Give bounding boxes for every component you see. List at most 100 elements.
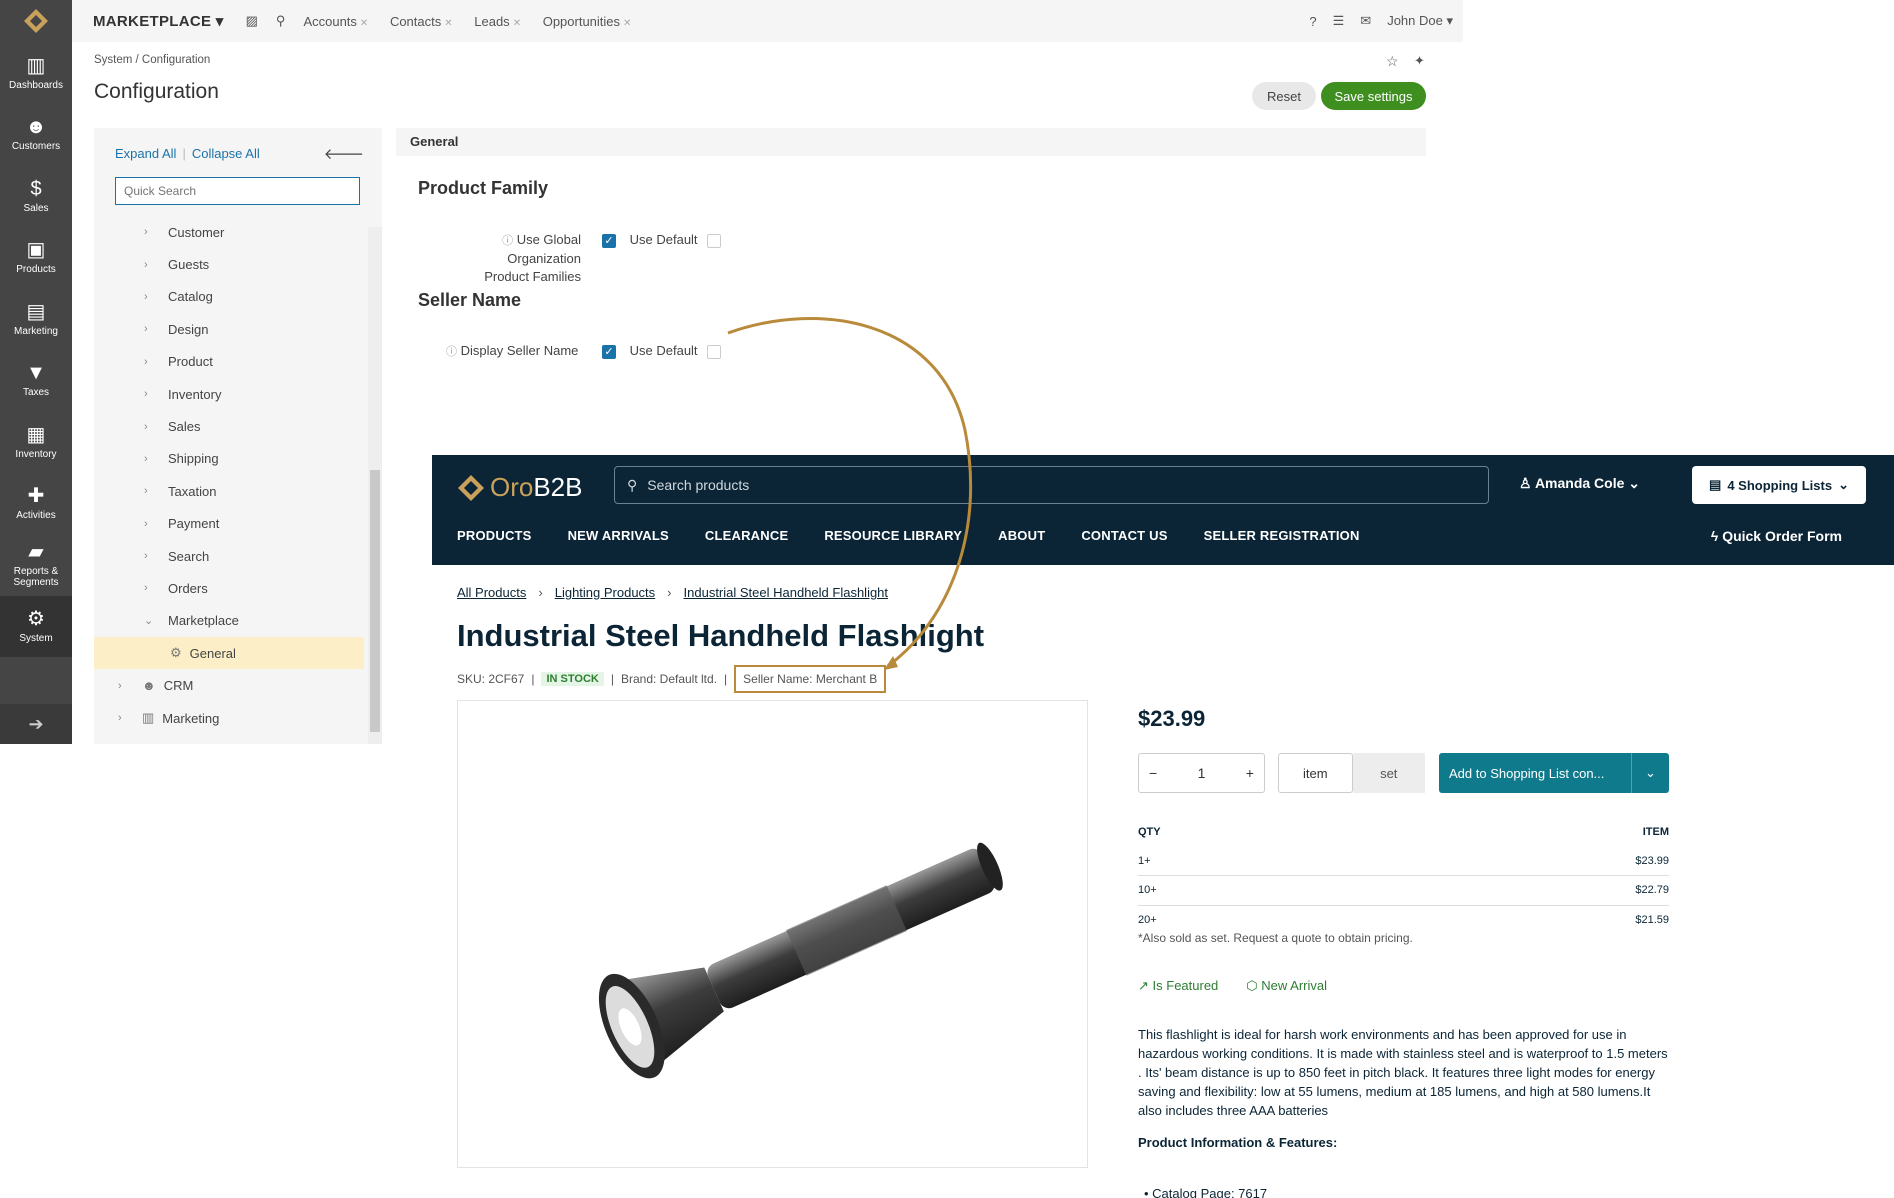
tree-item[interactable]: › Orders [94,572,364,604]
minus-icon[interactable]: − [1149,765,1157,781]
sidebar-item-reports[interactable]: ▰ Reports & Segments [0,534,72,596]
nav-contact-us[interactable]: CONTACT US [1081,528,1167,543]
unit-set-button[interactable]: set [1352,753,1425,793]
chevron-right-icon: › [144,485,148,498]
use-default-checkbox[interactable] [707,233,722,248]
sidebar-item-marketing[interactable]: ▤ Marketing [0,288,72,350]
tree-item[interactable]: › Taxation [94,475,364,507]
tree-scrollbar[interactable] [368,227,382,744]
nav-clearance[interactable]: CLEARANCE [705,528,788,543]
tree-item-crm[interactable]: › ☻ CRM [94,669,364,701]
pin-icon[interactable]: ✦ [1414,53,1425,69]
chevron-right-icon: › [144,582,148,595]
featured-flag: ↗ Is Featured [1138,978,1219,993]
nav-products[interactable]: PRODUCTS [457,528,532,543]
sidebar-item-taxes[interactable]: ▼ Taxes [0,350,72,412]
breadcrumb: System / Configuration [94,54,211,66]
tree-item-marketing[interactable]: › ▥ Marketing [94,702,364,734]
quick-search-input[interactable] [115,177,360,205]
users-icon: ☻ [25,116,47,139]
sidebar-item-customers[interactable]: ☻ Customers [0,104,72,166]
gear-icon: ⚙ [27,608,45,631]
tree-item[interactable]: › Design [94,313,364,345]
breadcrumb-lighting[interactable]: Lighting Products [555,585,655,600]
tab-contacts[interactable]: Contacts ✕ [390,14,453,29]
product-search-input[interactable]: ⚲ Search products [614,466,1489,504]
mail-icon[interactable]: ✉ [1360,13,1371,29]
scrollbar-thumb[interactable] [370,470,380,732]
menu-icon[interactable]: ☰ [1333,13,1345,29]
unit-item-button[interactable]: item [1278,753,1353,793]
product-description: This flashlight is ideal for harsh work … [1138,1027,1668,1118]
tab-opportunities[interactable]: Opportunities ✕ [543,14,632,29]
oro-logo[interactable] [0,0,72,42]
expand-sidebar-arrow-icon[interactable]: ➔ [0,704,72,744]
collapse-panel-arrow-icon[interactable]: 🡐 [324,144,364,163]
user-menu[interactable]: John Doe ▾ [1387,13,1453,29]
nav-resource-library[interactable]: RESOURCE LIBRARY [824,528,962,543]
save-settings-button[interactable]: Save settings [1321,82,1426,110]
sku: SKU: 2CF67 [457,672,525,686]
display-seller-name-checkbox[interactable]: ✓ [602,344,616,359]
tree-item[interactable]: › Sales [94,410,364,442]
stock-badge: IN STOCK [541,672,604,686]
shopping-lists-button[interactable]: ▤ 4 Shopping Lists ⌄ [1692,466,1866,504]
collapse-all-link[interactable]: Collapse All [192,146,260,161]
sidebar-item-sales[interactable]: $ Sales [0,165,72,227]
nav-about[interactable]: ABOUT [998,528,1045,543]
tree-links: Expand All | Collapse All [115,146,260,161]
tree-item[interactable]: › Catalog [94,281,364,313]
reset-button[interactable]: Reset [1252,82,1316,110]
sidebar-item-system[interactable]: ⚙ System [0,595,72,657]
tree-item[interactable]: › Guests [94,248,364,280]
user-icon: ♙ [1519,475,1532,491]
plus-icon[interactable]: + [1246,765,1254,781]
seller-name: Seller Name: Merchant B [734,665,887,693]
use-global-families-checkbox[interactable]: ✓ [602,233,616,248]
book-icon: ▤ [26,300,46,323]
panel-header: General [396,128,1426,156]
tab-leads[interactable]: Leads ✕ [474,14,521,29]
section-title: Seller Name [418,290,522,310]
nav-seller-registration[interactable]: SELLER REGISTRATION [1204,528,1360,543]
customer-user-menu[interactable]: ♙ Amanda Cole ⌄ [1519,475,1640,492]
checkbox-row: ✓ Use Default [602,232,722,248]
sidebar-item-products[interactable]: ▣ Products [0,227,72,289]
breadcrumb-current[interactable]: Industrial Steel Handheld Flashlight [684,585,889,600]
quick-order-form-link[interactable]: ϟ Quick Order Form [1711,528,1842,544]
tab-accounts[interactable]: Accounts ✕ [303,14,368,29]
tree-item[interactable]: › Search [94,540,364,572]
chevron-down-icon[interactable]: ⌄ [1631,753,1669,793]
sidebar-item-activities[interactable]: ✚ Activities [0,473,72,535]
tree-item[interactable]: › Shipping [94,443,364,475]
pinned-tabs: Accounts ✕ Contacts ✕ Leads ✕ Opportunities… [285,14,631,29]
quantity-value[interactable]: 1 [1198,765,1206,781]
orob2b-logo[interactable]: Oro B2B [456,472,583,503]
help-icon[interactable]: ? [1309,14,1316,29]
org-switcher[interactable]: MARKETPLACE ▾ [93,12,224,30]
bar-chart-icon: ▥ [26,54,46,77]
tree-item-general[interactable]: ⚙ General [94,637,364,670]
product-image[interactable] [457,700,1088,1168]
lightning-icon: ϟ [1710,528,1719,544]
nav-new-arrivals[interactable]: NEW ARRIVALS [568,528,669,543]
image-icon[interactable]: ▨ [246,13,258,29]
tree-item[interactable]: › Inventory [94,378,364,410]
star-icon[interactable]: ☆ [1386,53,1399,70]
tree-item[interactable]: › Product [94,346,364,378]
expand-all-link[interactable]: Expand All [115,146,176,161]
tree-list: › Customer › Guests › Catalog › Design › Prod… [94,216,364,734]
chevron-right-icon: › [144,388,148,401]
page-title: Configuration [94,80,219,103]
sidebar-item-dashboards[interactable]: ▥ Dashboards [0,42,72,104]
tree-item[interactable]: › Customer [94,216,364,248]
quantity-stepper[interactable]: − 1 + [1138,753,1265,793]
search-icon[interactable]: ⚲ [276,13,286,29]
product-info-heading: Product Information & Features: [1138,1135,1338,1150]
tree-item[interactable]: › Payment [94,508,364,540]
tree-item-marketplace[interactable]: ⌄ Marketplace [94,605,364,637]
use-default-checkbox[interactable] [707,344,722,359]
sidebar-item-inventory[interactable]: ▦ Inventory [0,411,72,473]
add-to-shopping-list-button[interactable]: Add to Shopping List con... ⌄ [1439,753,1669,793]
breadcrumb-all-products[interactable]: All Products [457,585,526,600]
